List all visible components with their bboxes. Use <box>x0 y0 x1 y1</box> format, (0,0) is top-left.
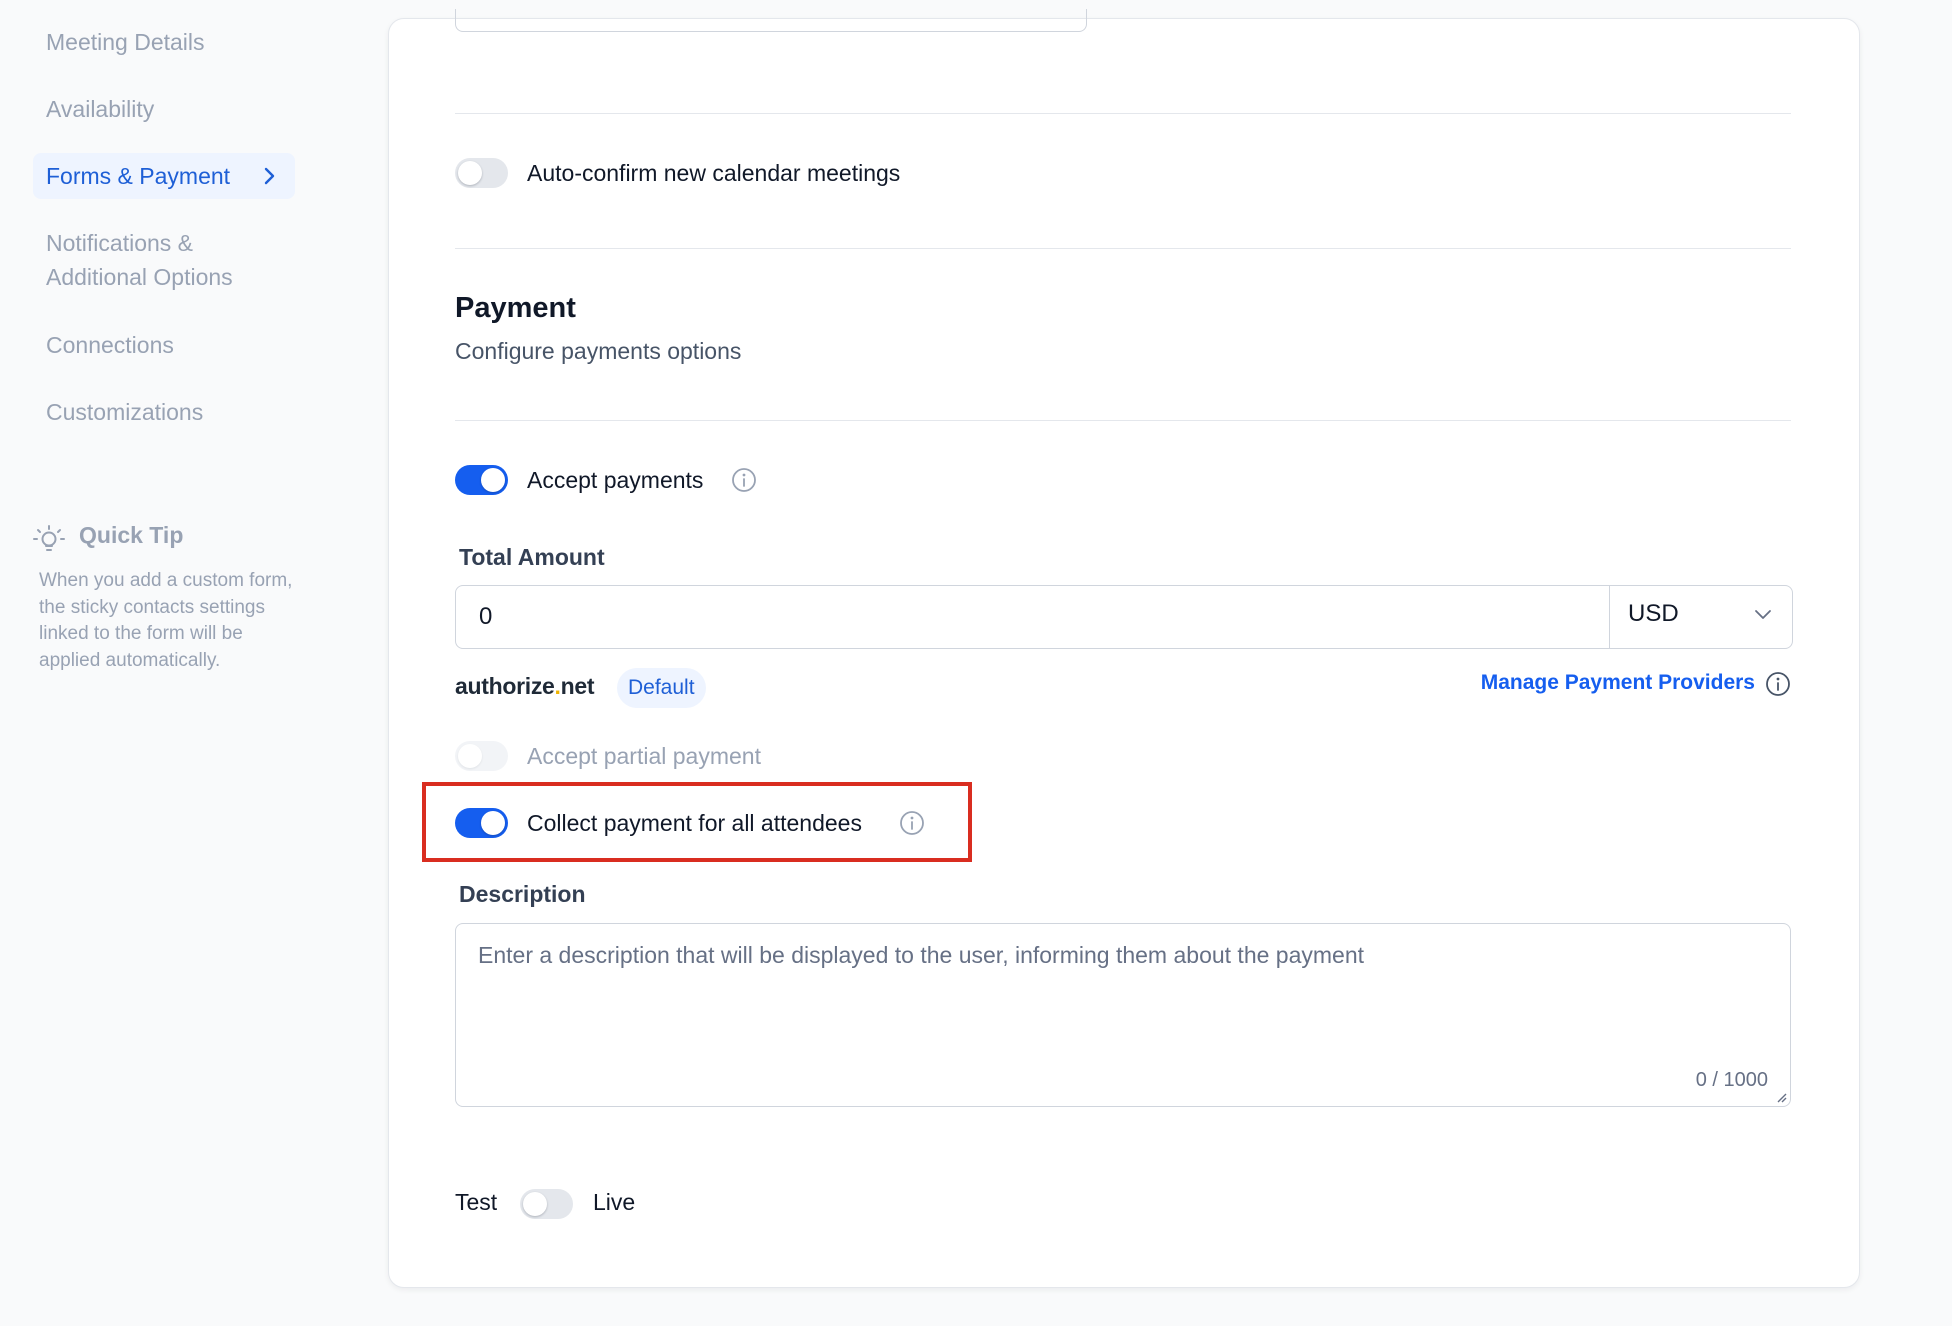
sidebar-item-notifications[interactable]: Notifications & Additional Options <box>46 226 276 294</box>
test-mode-label: Test <box>455 1189 498 1215</box>
sidebar-item-label: Forms & Payment <box>46 163 231 189</box>
divider <box>455 113 1791 114</box>
info-icon[interactable] <box>1765 671 1791 697</box>
info-icon[interactable] <box>731 467 757 493</box>
description-group: 0 / 1000 <box>455 923 1791 1107</box>
quick-tip-text: When you add a custom form, the sticky c… <box>39 570 293 671</box>
collect-all-attendees-label: Collect payment for all attendees <box>527 810 862 836</box>
total-amount-input[interactable] <box>456 586 1586 648</box>
live-mode-label: Live <box>593 1189 636 1215</box>
info-icon[interactable] <box>899 810 925 836</box>
resize-handle-icon[interactable] <box>1775 1091 1787 1103</box>
divider <box>455 248 1791 249</box>
previous-input-field[interactable] <box>455 9 1087 32</box>
sidebar: Meeting Details Availability Forms & Pay… <box>0 0 360 1326</box>
test-live-toggle[interactable] <box>520 1189 573 1219</box>
sidebar-item-forms-payment[interactable]: Forms & Payment <box>33 153 295 199</box>
accept-partial-payment-label: Accept partial payment <box>527 743 761 769</box>
character-counter: 0 / 1000 <box>1695 1069 1768 1091</box>
currency-select[interactable]: USD <box>1610 586 1790 648</box>
collect-all-attendees-toggle[interactable] <box>455 808 508 838</box>
authorize-net-logo: authorize.net <box>455 673 595 699</box>
section-title: Payment <box>455 292 576 324</box>
total-amount-group: USD <box>455 585 1793 649</box>
currency-value: USD <box>1628 600 1679 627</box>
sidebar-item-availability[interactable]: Availability <box>46 92 154 126</box>
auto-confirm-label: Auto-confirm new calendar meetings <box>527 160 901 186</box>
settings-card: Auto-confirm new calendar meetings Payme… <box>388 9 1860 1288</box>
divider <box>455 420 1791 421</box>
description-label: Description <box>459 881 586 907</box>
section-subtitle: Configure payments options <box>455 338 742 364</box>
accept-payments-label: Accept payments <box>527 467 704 493</box>
total-amount-label: Total Amount <box>459 544 605 570</box>
accept-partial-payment-toggle[interactable] <box>455 741 508 771</box>
chevron-right-icon <box>264 167 275 185</box>
default-badge: Default <box>617 668 706 708</box>
description-textarea[interactable] <box>456 924 1790 1106</box>
auto-confirm-toggle[interactable] <box>455 158 508 188</box>
chevron-down-icon <box>1755 610 1771 619</box>
quick-tip-title: Quick Tip <box>79 522 184 548</box>
sidebar-item-customizations[interactable]: Customizations <box>46 395 203 429</box>
sidebar-item-meeting-details[interactable]: Meeting Details <box>46 25 205 59</box>
manage-payment-providers-link[interactable]: Manage Payment Providers <box>1481 671 1755 695</box>
accept-payments-toggle[interactable] <box>455 465 508 495</box>
sidebar-item-connections[interactable]: Connections <box>46 328 174 362</box>
lightbulb-icon <box>33 525 65 551</box>
